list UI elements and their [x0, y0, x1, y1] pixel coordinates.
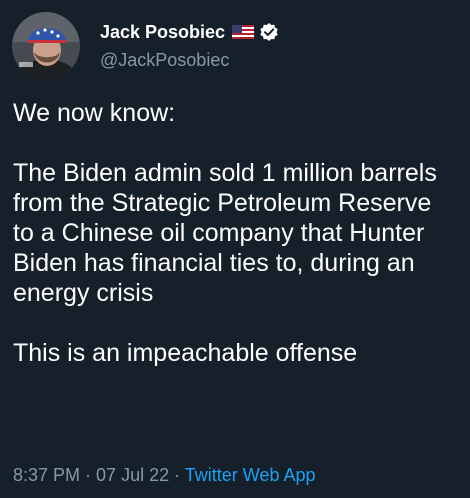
display-name[interactable]: Jack Posobiec	[100, 22, 225, 43]
tweet-source-link[interactable]: Twitter Web App	[185, 465, 316, 485]
avatar-image	[12, 12, 80, 80]
tweet: Jack Posobiec @JackPosobiec We now know:…	[0, 0, 470, 498]
meta-separator: ·	[169, 465, 185, 485]
tweet-date[interactable]: 07 Jul 22	[96, 465, 169, 485]
avatar[interactable]	[12, 12, 80, 80]
us-flag-icon	[232, 25, 255, 39]
tweet-paragraph: This is an impeachable offense	[13, 339, 358, 367]
display-name-row: Jack Posobiec	[100, 20, 279, 44]
tweet-paragraph: We now know:	[13, 99, 176, 127]
tweet-text: We now know: The Biden admin sold 1 mill…	[13, 98, 458, 368]
tweet-meta: 8:37 PM · 07 Jul 22 · Twitter Web App	[13, 465, 316, 486]
author-handle[interactable]: @JackPosobiec	[100, 50, 279, 71]
author-names: Jack Posobiec @JackPosobiec	[100, 20, 279, 71]
tweet-header: Jack Posobiec @JackPosobiec	[12, 12, 279, 80]
tweet-paragraph: The Biden admin sold 1 million barrels f…	[13, 159, 437, 307]
tweet-time[interactable]: 8:37 PM	[13, 465, 80, 485]
verified-badge-icon	[259, 22, 279, 42]
meta-separator: ·	[80, 465, 97, 485]
